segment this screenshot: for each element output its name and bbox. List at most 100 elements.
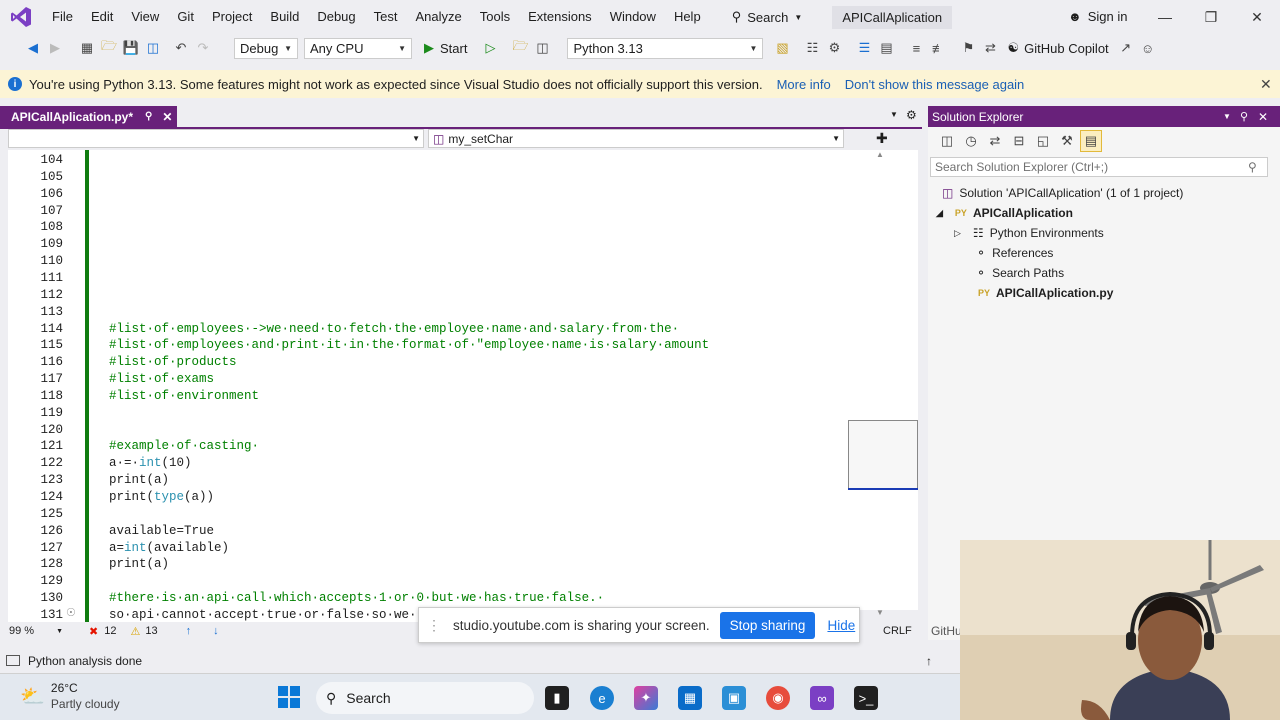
close-window-button[interactable]: ✕ [1234, 0, 1280, 34]
menu-help[interactable]: Help [665, 0, 710, 34]
error-count[interactable]: 12 [104, 625, 116, 637]
menu-project[interactable]: Project [203, 0, 261, 34]
photos-icon[interactable]: ▣ [722, 686, 746, 710]
forward-icon[interactable]: ▶ [44, 37, 66, 59]
code-line[interactable]: so·api·cannot·accept·true·or·false·so·we… [109, 608, 417, 622]
tree-item-search-paths[interactable]: ⚬ Search Paths [976, 266, 1064, 280]
share-icon[interactable]: ↗ [1115, 37, 1137, 59]
task-view-icon[interactable]: ▮ [545, 686, 569, 710]
warning-icon[interactable]: ⚠ [130, 625, 140, 638]
menu-build[interactable]: Build [261, 0, 308, 34]
tree-item-references[interactable]: ⚬ References [976, 246, 1053, 260]
view-icon[interactable]: ◫ [531, 37, 553, 59]
properties-icon[interactable]: ⚒ [1056, 130, 1078, 152]
browse-folder-icon[interactable]: 🗁 [509, 37, 531, 59]
expanded-arrow-icon[interactable]: ◢ [936, 208, 943, 219]
code-line[interactable]: #list·of·exams [109, 372, 214, 386]
search-menu[interactable]: ⚲ Search ▼ [724, 9, 811, 25]
next-issue-icon[interactable]: ↓ [213, 625, 219, 637]
minimize-button[interactable]: — [1142, 0, 1188, 34]
type-select[interactable]: ▼ [8, 129, 424, 148]
code-line[interactable]: #list·of·employees·->we·need·to·fetch·th… [109, 322, 679, 336]
bookmark-nav-icon[interactable]: ⇄ [979, 37, 1001, 59]
pin-icon[interactable]: ⚲ [145, 111, 152, 122]
restore-button[interactable]: ❐ [1188, 0, 1234, 34]
menu-window[interactable]: Window [601, 0, 665, 34]
history-icon[interactable]: ◷ [960, 130, 982, 152]
code-line[interactable]: a·=·int(10) [109, 456, 192, 470]
tools-icon[interactable]: ⚙ [823, 37, 845, 59]
chevron-down-icon[interactable]: ▼ [1223, 112, 1231, 121]
copilot-app-icon[interactable]: ✦ [634, 686, 658, 710]
dont-show-link[interactable]: Don't show this message again [845, 77, 1025, 92]
code-line[interactable]: print(a) [109, 557, 169, 571]
start-button[interactable]: ▶ Start [424, 40, 467, 56]
split-editor-icon[interactable]: ✚ [876, 130, 888, 147]
tab-apicallaplication-py[interactable]: APICallAplication.py* ⚲ ✕ [0, 106, 177, 127]
sync-icon[interactable]: ⇄ [984, 130, 1006, 152]
outline-icon[interactable]: ▤ [875, 37, 897, 59]
solution-explorer-search[interactable]: Search Solution Explorer (Ctrl+;) ⚲ [930, 157, 1268, 177]
stop-sharing-button[interactable]: Stop sharing [719, 611, 816, 639]
pin-icon[interactable]: ⚲ [1240, 110, 1248, 123]
store-icon[interactable]: ▦ [678, 686, 702, 710]
code-line[interactable]: #there·is·an·api·call·which·accepts·1·or… [109, 591, 604, 605]
menu-tools[interactable]: Tools [471, 0, 519, 34]
feedback-icon[interactable]: ☺ [1137, 37, 1159, 59]
python-environment-select[interactable]: Python 3.13 ▼ [567, 37, 764, 59]
line-ending[interactable]: CRLF [883, 625, 912, 637]
collapsed-arrow-icon[interactable]: ▷ [954, 228, 961, 239]
member-select[interactable]: ◫ my_setChar ▼ [428, 129, 844, 148]
warning-count[interactable]: 13 [145, 625, 157, 637]
menu-analyze[interactable]: Analyze [406, 0, 470, 34]
tree-item-python-environments[interactable]: ▷ ☷ Python Environments [954, 226, 1104, 240]
uncomment-icon[interactable]: ≢ [927, 37, 949, 59]
weather-widget[interactable]: ⛅ 26°C Partly cloudy [20, 680, 120, 712]
minimap[interactable]: ▲ ▼ [845, 150, 918, 617]
error-icon[interactable]: ✖ [89, 625, 98, 638]
code-line[interactable]: #example·of·casting· [109, 439, 259, 453]
menu-extensions[interactable]: Extensions [519, 0, 601, 34]
chrome-icon[interactable]: ◉ [766, 686, 790, 710]
drag-handle-icon[interactable]: ⋮ [427, 617, 441, 634]
close-tab-icon[interactable]: ✕ [162, 110, 172, 124]
visual-studio-logo-icon[interactable] [9, 5, 33, 29]
open-folder-icon[interactable]: 🗁 [98, 37, 120, 59]
code-line[interactable]: #list·of·employees·and·print·it·in·the·f… [109, 338, 709, 352]
save-icon[interactable]: 💾 [120, 37, 142, 59]
switch-views-icon[interactable]: ◫ [936, 130, 958, 152]
code-line[interactable]: #list·of·environment [109, 389, 259, 403]
menu-file[interactable]: File [43, 0, 82, 34]
show-all-files-icon[interactable]: ◱ [1032, 130, 1054, 152]
close-icon[interactable]: ✕ [1260, 76, 1272, 93]
save-all-icon[interactable]: ◫ [142, 37, 164, 59]
windows-start-icon[interactable] [278, 686, 300, 708]
menu-git[interactable]: Git [168, 0, 203, 34]
comment-icon[interactable]: ≡ [905, 37, 927, 59]
menu-view[interactable]: View [122, 0, 168, 34]
bookmark-icon[interactable]: ⚑ [957, 37, 979, 59]
code-line[interactable]: available=True [109, 524, 214, 538]
configuration-select[interactable]: Debug ▼ [234, 37, 298, 59]
more-info-link[interactable]: More info [777, 77, 831, 92]
back-icon[interactable]: ◀ [22, 37, 44, 59]
edge-browser-icon[interactable]: e [590, 686, 614, 710]
start-without-debugging-icon[interactable]: ▷ [479, 37, 501, 59]
menu-debug[interactable]: Debug [308, 0, 364, 34]
code-line[interactable]: #list·of·products [109, 355, 237, 369]
scroll-down-icon[interactable]: ▼ [876, 608, 884, 617]
zoom-level[interactable]: 99 % [9, 625, 34, 637]
taskbar-search[interactable]: ⚲ Search [316, 682, 534, 714]
sign-in-button[interactable]: ☻ Sign in [1068, 0, 1127, 34]
publish-icon[interactable]: ↑ [926, 654, 932, 668]
tree-solution-node[interactable]: ◫ Solution 'APICallAplication' (1 of 1 p… [942, 186, 1183, 200]
code-line[interactable]: print(a) [109, 473, 169, 487]
terminal-icon[interactable]: >_ [854, 686, 878, 710]
search-icon[interactable]: ⚲ [1248, 160, 1257, 174]
code-line[interactable]: print(type(a)) [109, 490, 214, 504]
format-icon[interactable]: ☰ [853, 37, 875, 59]
tree-project-node[interactable]: ◢ PY APICallAplication [936, 206, 1073, 220]
tree-item-apicallaplication-py[interactable]: PY APICallAplication.py [978, 286, 1113, 300]
visual-studio-taskbar-icon[interactable]: ∞ [810, 686, 834, 710]
undo-icon[interactable]: ↶ [170, 37, 192, 59]
